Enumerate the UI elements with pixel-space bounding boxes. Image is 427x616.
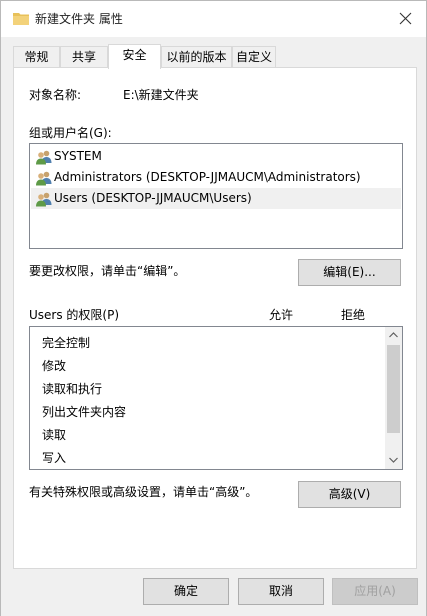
permission-item: 读取 bbox=[42, 428, 67, 442]
allow-column-header: 允许 bbox=[269, 308, 294, 322]
permission-item: 读取和执行 bbox=[42, 382, 103, 396]
advanced-hint: 有关特殊权限或高级设置，请单击“高级”。 bbox=[29, 485, 258, 499]
groups-label: 组或用户名(G): bbox=[29, 126, 112, 140]
permissions-label: Users 的权限(P) bbox=[29, 308, 120, 322]
tab-previous-versions[interactable]: 以前的版本 bbox=[161, 46, 232, 68]
users-group-icon bbox=[36, 191, 52, 207]
object-name-label: 对象名称: bbox=[29, 88, 82, 102]
users-group-icon bbox=[36, 149, 52, 165]
tab-general[interactable]: 常规 bbox=[13, 46, 60, 68]
tab-sharing[interactable]: 共享 bbox=[60, 46, 108, 68]
tab-strip: 常规 共享 安全 以前的版本 自定义 bbox=[13, 44, 417, 69]
user-name: Users (DESKTOP-JJMAUCM\Users) bbox=[54, 191, 252, 205]
permission-item: 写入 bbox=[42, 451, 67, 465]
users-group-icon bbox=[36, 170, 52, 186]
window-title: 新建文件夹 属性 bbox=[35, 12, 123, 26]
user-list[interactable]: SYSTEM Administrators (DESKTOP-JJMAUCM\A… bbox=[29, 143, 403, 249]
chevron-up-icon bbox=[385, 332, 402, 338]
ok-button[interactable]: 确定 bbox=[143, 578, 229, 605]
object-name-value: E:\新建文件夹 bbox=[123, 88, 199, 102]
dialog-footer: 确定 取消 应用(A) bbox=[1, 570, 426, 616]
user-name: SYSTEM bbox=[54, 149, 102, 163]
close-button[interactable] bbox=[394, 7, 418, 31]
security-panel: 对象名称: E:\新建文件夹 组或用户名(G): SYSTEM Administ… bbox=[13, 67, 417, 569]
close-icon bbox=[394, 12, 418, 25]
cancel-button[interactable]: 取消 bbox=[238, 578, 324, 605]
title-bar: 新建文件夹 属性 bbox=[1, 1, 426, 37]
tab-security[interactable]: 安全 bbox=[108, 44, 161, 69]
tab-customize[interactable]: 自定义 bbox=[232, 46, 276, 68]
permissions-list[interactable]: 完全控制 修改 读取和执行 列出文件夹内容 读取 写入 bbox=[29, 326, 403, 470]
edit-hint: 要更改权限，请单击“编辑”。 bbox=[29, 264, 186, 278]
permission-item: 列出文件夹内容 bbox=[42, 405, 127, 419]
user-name: Administrators (DESKTOP-JJMAUCM\Administ… bbox=[54, 170, 361, 184]
permission-item: 完全控制 bbox=[42, 336, 91, 350]
scroll-down-button[interactable] bbox=[385, 452, 402, 469]
permission-item: 修改 bbox=[42, 359, 67, 373]
scroll-up-button[interactable] bbox=[385, 327, 402, 344]
properties-dialog: 新建文件夹 属性 常规 共享 安全 以前的版本 自定义 对象名称: E:\新建文… bbox=[0, 0, 427, 616]
scroll-thumb[interactable] bbox=[387, 345, 400, 433]
apply-button: 应用(A) bbox=[332, 578, 418, 605]
edit-button[interactable]: 编辑(E)... bbox=[298, 259, 401, 286]
user-item-system[interactable]: SYSTEM bbox=[31, 146, 401, 167]
advanced-button[interactable]: 高级(V) bbox=[298, 481, 401, 508]
folder-icon bbox=[13, 11, 29, 25]
user-item-users[interactable]: Users (DESKTOP-JJMAUCM\Users) bbox=[31, 188, 401, 209]
user-item-administrators[interactable]: Administrators (DESKTOP-JJMAUCM\Administ… bbox=[31, 167, 401, 188]
permissions-scrollbar[interactable] bbox=[385, 327, 402, 469]
deny-column-header: 拒绝 bbox=[341, 308, 366, 322]
chevron-down-icon bbox=[385, 457, 402, 463]
